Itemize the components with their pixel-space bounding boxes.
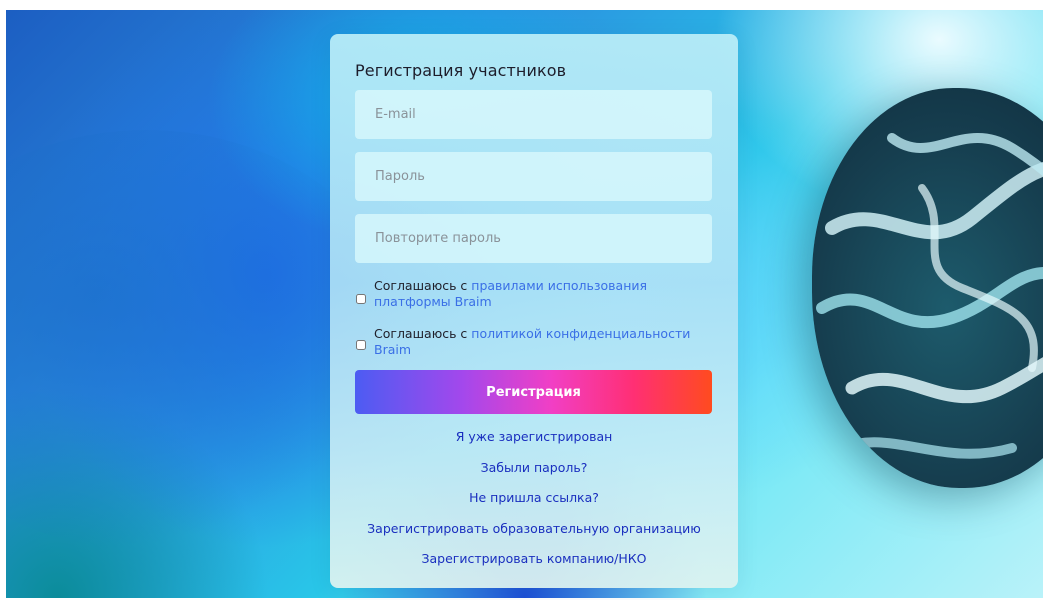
already-registered-link[interactable]: Я уже зарегистрирован xyxy=(330,428,738,459)
privacy-prefix: Соглашаюсь с xyxy=(374,326,472,341)
sphere-pattern xyxy=(816,133,1043,459)
register-button[interactable]: Регистрация xyxy=(355,370,712,414)
privacy-agreement: Соглашаюсь с политикой конфиденциальност… xyxy=(356,326,716,360)
terms-prefix: Соглашаюсь с xyxy=(374,278,472,293)
decorative-sphere xyxy=(812,88,1043,488)
auth-links: Я уже зарегистрирован Забыли пароль? Не … xyxy=(330,428,738,581)
terms-checkbox[interactable] xyxy=(356,294,366,304)
registration-card: Регистрация участников Соглашаюсь с прав… xyxy=(330,34,738,588)
register-company-link[interactable]: Зарегистрировать компанию/НКО xyxy=(330,550,738,581)
privacy-checkbox[interactable] xyxy=(356,340,366,350)
email-field[interactable] xyxy=(355,90,712,139)
register-education-org-link[interactable]: Зарегистрировать образовательную организ… xyxy=(330,520,738,551)
password-field[interactable] xyxy=(355,152,712,201)
page-title: Регистрация участников xyxy=(355,61,567,80)
screen: Регистрация участников Соглашаюсь с прав… xyxy=(0,0,1049,600)
forgot-password-link[interactable]: Забыли пароль? xyxy=(330,459,738,490)
resend-link-link[interactable]: Не пришла ссылка? xyxy=(330,489,738,520)
terms-agreement: Соглашаюсь с правилами использования пла… xyxy=(356,278,716,312)
repeat-password-field[interactable] xyxy=(355,214,712,263)
terms-text: Соглашаюсь с правилами использования пла… xyxy=(374,278,714,310)
privacy-text: Соглашаюсь с политикой конфиденциальност… xyxy=(374,326,714,358)
